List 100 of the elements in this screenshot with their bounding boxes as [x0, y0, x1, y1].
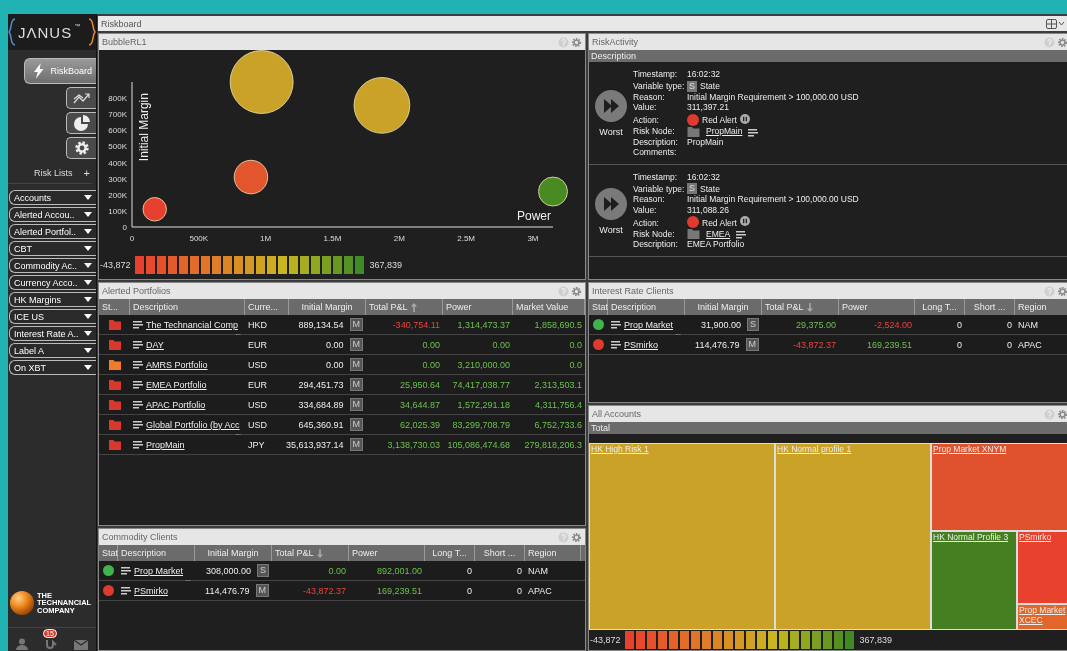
description-link[interactable]: Prop Market [134, 565, 184, 576]
bubble[interactable] [538, 176, 568, 207]
table-row[interactable]: APAC Portfolio USD 334,684.89 M 34,644.87 1,572,291.18 4,311,756.4 [99, 395, 585, 415]
amount-value: 308,000.00 [205, 565, 251, 576]
column-header[interactable]: Power [352, 548, 378, 558]
description-link[interactable]: AMRS Portfolio [146, 359, 208, 370]
column-header[interactable]: Short ... [973, 302, 1006, 312]
list-icon[interactable] [121, 566, 131, 575]
column-header[interactable]: Region [1018, 302, 1047, 312]
table-row[interactable]: DAY EUR 0.00 M 0.00 0.00 0.0 [99, 335, 585, 355]
bubble[interactable] [142, 197, 167, 222]
add-button[interactable]: + [83, 167, 90, 179]
risk-list-dropdown[interactable]: Label A [9, 343, 96, 358]
margin-type-badge: M [349, 318, 363, 331]
list-icon[interactable] [133, 360, 143, 369]
column-header[interactable]: Total P&L [765, 302, 804, 312]
risk-list-dropdown[interactable]: Alerted Portfol.. [9, 224, 96, 239]
mail-icon[interactable] [73, 640, 88, 650]
column-header[interactable]: Initial Margin [301, 302, 353, 312]
risk-node-link[interactable]: PropMain [706, 127, 743, 137]
risk-list-dropdown[interactable]: Interest Rate A.. [9, 326, 96, 341]
bubble[interactable] [229, 50, 294, 114]
list-icon[interactable] [133, 340, 143, 349]
column-header[interactable]: Region [528, 548, 557, 558]
risk-list-dropdown[interactable]: ICE US [9, 309, 96, 324]
bubble[interactable] [353, 77, 411, 134]
riskboard-tab[interactable]: RiskBoard [24, 58, 96, 84]
table-row[interactable]: PSmirko 114,476.79 M -43,872.37 169,239.51 0 0 APAC [589, 335, 1067, 355]
column-header[interactable]: Stat [102, 548, 118, 558]
risk-list-dropdown[interactable]: Accounts [9, 190, 96, 205]
list-icon[interactable] [748, 128, 759, 137]
pause-icon[interactable] [739, 216, 750, 226]
risk-list-dropdown[interactable]: Currency Acco.. [9, 275, 96, 290]
list-icon[interactable] [133, 400, 143, 409]
column-header[interactable]: Description [589, 50, 1067, 62]
description-link[interactable]: Prop Market [624, 319, 674, 330]
column-header[interactable]: Initial Margin [697, 302, 749, 312]
settings-icon[interactable] [1057, 408, 1067, 420]
column-header[interactable]: Initial Margin [207, 548, 259, 558]
column-header[interactable]: Short ... [483, 548, 516, 558]
column-header[interactable]: Curre... [248, 302, 278, 312]
settings-icon[interactable] [571, 285, 582, 297]
column-header[interactable]: Description [611, 302, 657, 312]
risk-list-dropdown[interactable]: CBT [9, 241, 96, 256]
column-header[interactable]: Total P&L [275, 548, 314, 558]
treemap-tile[interactable]: Prop Market XNYM [931, 443, 1067, 531]
fast-forward-icon[interactable] [595, 187, 627, 220]
list-icon[interactable] [611, 320, 621, 329]
description-link[interactable]: PSmirko [134, 585, 168, 596]
settings-icon[interactable] [571, 36, 582, 48]
settings-icon[interactable] [1057, 36, 1067, 48]
settings-icon[interactable] [1057, 285, 1067, 297]
column-header[interactable]: Market Value [516, 302, 569, 312]
column-header[interactable]: Power [446, 302, 472, 312]
settings-icon[interactable] [571, 531, 582, 543]
treemap-tile[interactable]: HK Normal Profile 3 [931, 530, 1017, 630]
description-link[interactable]: EMEA Portfolio [146, 379, 207, 390]
description-link[interactable]: The Technancial Comp [146, 319, 238, 330]
treemap-root-header[interactable]: Total [589, 422, 1067, 434]
list-icon[interactable] [611, 340, 621, 349]
table-row[interactable]: PSmirko 114,476.79 M -43,872.37 169,239.51 0 0 APAC [99, 581, 585, 601]
table-row[interactable]: AMRS Portfolio USD 0.00 M 0.00 3,210,000.00 0.0 [99, 355, 585, 375]
column-header[interactable]: Stat [592, 302, 608, 312]
table-cell: 4,311,756.4 [535, 399, 582, 410]
list-icon[interactable] [133, 320, 143, 329]
risk-list-dropdown[interactable]: HK Margins [9, 292, 96, 307]
list-icon[interactable] [133, 420, 143, 429]
fast-forward-icon[interactable] [595, 90, 627, 123]
risk-list-dropdown[interactable]: On XBT [9, 360, 96, 375]
column-header[interactable]: Power [842, 302, 868, 312]
list-icon[interactable] [133, 440, 143, 449]
description-link[interactable]: APAC Portfolio [146, 399, 206, 410]
list-icon[interactable] [121, 586, 131, 595]
list-icon[interactable] [736, 231, 747, 239]
axis-tick-label: 500K [189, 234, 209, 243]
risk-list-dropdown[interactable]: Commodity Ac.. [9, 258, 96, 273]
sidebar-tab[interactable] [66, 112, 96, 134]
description-link[interactable]: Global Portfolio (by Acc [146, 419, 240, 430]
description-link[interactable]: PropMain [146, 439, 185, 450]
column-header[interactable]: Description [121, 548, 167, 558]
bubble[interactable] [233, 159, 269, 195]
user-icon[interactable] [16, 638, 29, 650]
field-value: 16:02:32 [687, 70, 721, 80]
description-link[interactable]: PSmirko [624, 339, 658, 350]
layout-icon[interactable] [1046, 18, 1064, 29]
sidebar-tab[interactable] [66, 137, 96, 159]
column-header[interactable]: Total P&L [369, 302, 408, 312]
table-row[interactable]: PropMain JPY 35,613,937.14 M 3,138,730.03 105,086,474.68 279,818,206.3 [99, 435, 585, 455]
table-row[interactable]: EMEA Portfolio EUR 294,451.73 M 25,950.64 74,417,038.77 2,313,503.1 [99, 375, 585, 395]
column-header[interactable]: Description [133, 302, 179, 312]
sidebar-tab[interactable] [66, 87, 96, 109]
pause-icon[interactable] [739, 113, 750, 124]
column-header[interactable]: Long T... [432, 548, 467, 558]
description-link[interactable]: DAY [146, 339, 164, 350]
risk-node-link[interactable]: EMEA [706, 229, 731, 239]
risk-list-dropdown[interactable]: Alerted Accou.. [9, 207, 96, 222]
column-header[interactable]: St... [102, 302, 118, 312]
treemap-tile[interactable]: PSmirko [1017, 530, 1067, 604]
list-icon[interactable] [133, 380, 143, 389]
column-header[interactable]: Long T... [922, 302, 957, 312]
